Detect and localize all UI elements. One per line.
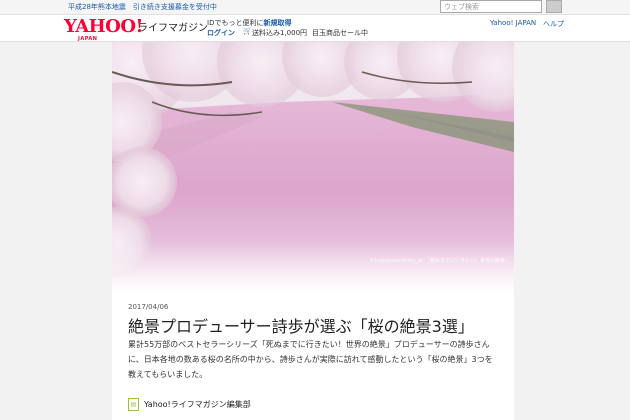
article-lead: 累計55万部のベストセラーシリーズ「死ぬまでに行きたい！世界の絶景」プロデューサ… [128,340,493,379]
logo-sub: JAPAN [78,36,98,42]
article-title: 絶景プロデューサー詩歩が選ぶ「桜の絶景3選」 [128,317,474,336]
donation-notice-link[interactable]: 平成28年熊本地震 引き続き支援募金を受付中 [68,3,217,11]
cart-icon: 🛒 [243,27,252,35]
sakura-river-photo [112,42,514,292]
article-card: 2017/04/06 絶景プロデューサー詩歩が選ぶ「桜の絶景3選」 累計55万部… [112,292,514,420]
hero-image: ©Instagram/shiho_jp 「死ぬまでに行きたい！世界の絶景」 [112,42,514,292]
sale-link[interactable]: 目玉商品セール中 [312,28,368,38]
site-header: YAHOO! JAPAN ライフマガジン IDでもっと便利に新規取得 ログイン … [0,0,630,42]
book-icon: ▤ [128,398,139,411]
logo-brand[interactable]: YAHOO! [64,16,143,37]
id-promo-text: IDでもっと便利に [207,19,264,27]
article-date: 2017/04/06 [128,303,169,311]
shipping-promo-text[interactable]: 送料込み1,000円 [252,28,307,38]
login-link[interactable]: ログイン [207,28,235,38]
new-registration-link[interactable]: 新規取得 [263,19,291,27]
author-name[interactable]: Yahoo!ライフマガジン編集部 [144,399,251,410]
help-link[interactable]: ヘルプ [543,19,564,29]
photo-credit: ©Instagram/shiho_jp 「死ぬまでに行きたい！世界の絶景」 [369,258,510,264]
search-button[interactable] [546,0,562,13]
service-name[interactable]: ライフマガジン [138,19,208,34]
search-input[interactable] [440,0,542,13]
yahoo-japan-link[interactable]: Yahoo! JAPAN [490,19,536,27]
